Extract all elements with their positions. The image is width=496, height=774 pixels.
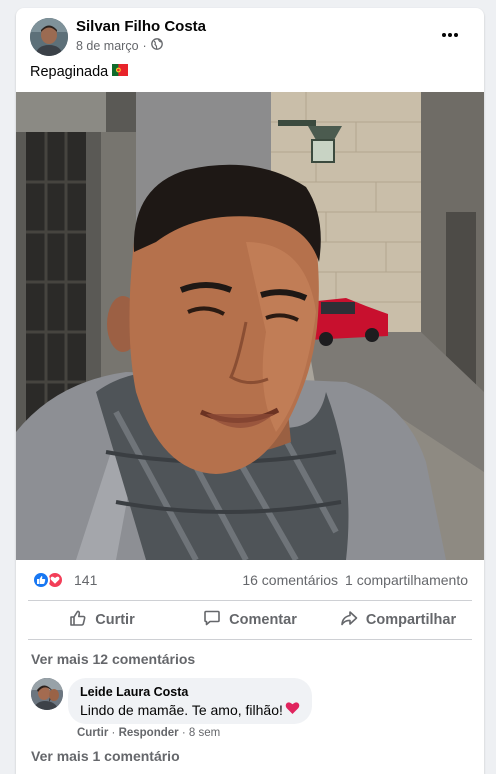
thumbs-up-icon (69, 609, 87, 631)
meta-separator: · (142, 38, 147, 53)
like-button[interactable]: Curtir (28, 601, 176, 639)
commenter-avatar[interactable] (31, 678, 63, 710)
post-date[interactable]: 8 de março (76, 39, 139, 53)
author-name[interactable]: Silvan Filho Costa (76, 18, 206, 35)
comment-text: Lindo de mamãe. Te amo, filhão! (80, 700, 300, 720)
comment-reply-link[interactable]: Responder (119, 727, 179, 739)
reaction-count[interactable]: 141 (74, 572, 97, 588)
comment-footer: Curtir · Responder · 8 sem (77, 727, 220, 739)
comment-count[interactable]: 16 comentários (242, 572, 338, 588)
comment-like-link[interactable]: Curtir (77, 727, 108, 739)
caption-text: Repaginada (30, 64, 109, 80)
like-label: Curtir (95, 612, 135, 628)
view-more-comments-link[interactable]: Ver mais 12 comentários (31, 651, 195, 667)
share-count[interactable]: 1 compartilhamento (345, 572, 468, 588)
author-avatar[interactable] (30, 18, 68, 56)
action-bar: Curtir Comentar Compartilhar (28, 600, 472, 640)
comment-icon (203, 609, 221, 631)
heart-emoji-icon (285, 700, 300, 720)
footer-separator-2: · (181, 727, 186, 739)
globe-icon (150, 38, 163, 53)
comment-bubble: Leide Laura Costa Lindo de mamãe. Te amo… (68, 678, 312, 724)
footer-separator: · (111, 727, 116, 739)
reaction-icons[interactable] (32, 571, 64, 589)
comment-time[interactable]: 8 sem (189, 727, 220, 739)
share-button[interactable]: Compartilhar (324, 601, 472, 639)
ellipsis-icon (441, 25, 459, 43)
share-label: Compartilhar (365, 612, 457, 628)
comment-button[interactable]: Comentar (176, 601, 324, 639)
like-reaction-icon (32, 571, 50, 589)
post-header: Silvan Filho Costa 8 de março · (16, 8, 484, 64)
reactions-bar: 141 16 comentários 1 compartilhamento (16, 560, 484, 600)
comment-body: Lindo de mamãe. Te amo, filhão! (80, 702, 283, 718)
post-meta: 8 de março · (76, 38, 163, 53)
post-stats: 16 comentários 1 compartilhamento (242, 572, 468, 588)
comment-label: Comentar (229, 612, 297, 628)
view-more-replies-link[interactable]: Ver mais 1 comentário (31, 748, 180, 764)
commenter-name[interactable]: Leide Laura Costa (80, 684, 300, 700)
post-card: Silvan Filho Costa 8 de março · Repagina… (16, 8, 484, 774)
share-icon (340, 609, 358, 631)
post-photo[interactable] (16, 92, 484, 560)
post-caption: Repaginada (30, 64, 129, 80)
more-options-button[interactable] (432, 20, 468, 48)
portugal-flag-icon (112, 64, 129, 80)
